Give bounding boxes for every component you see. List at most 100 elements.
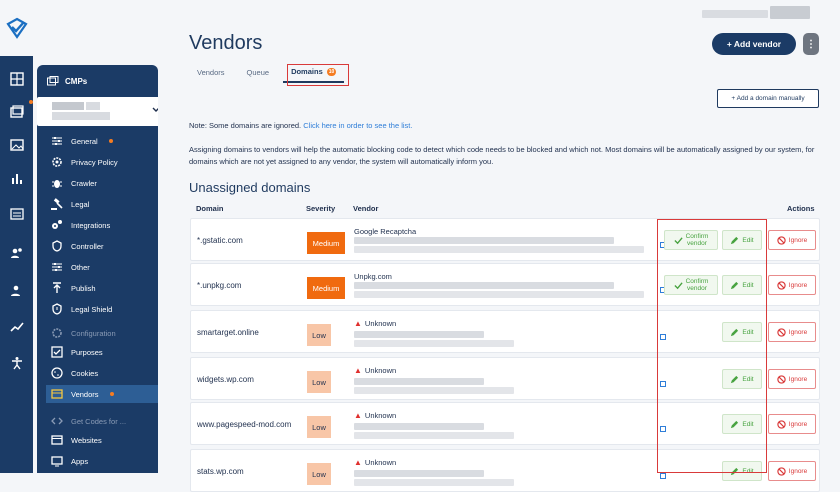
ignored-list-link[interactable]: Click here in order to see the list. — [303, 121, 412, 130]
ignore-button[interactable]: Ignore — [768, 461, 816, 481]
publish-icon — [53, 282, 61, 293]
tab-queue[interactable]: Queue — [239, 63, 278, 82]
apps-icon — [51, 456, 63, 467]
sidebar-item-purposes[interactable]: Purposes — [51, 343, 103, 361]
ignored-note: Note: Some domains are ignored. Click he… — [189, 121, 413, 130]
ignore-button[interactable]: Ignore — [768, 322, 816, 342]
sidebar-item-legal-shield[interactable]: Legal Shield — [51, 300, 112, 318]
blurred-text — [354, 237, 614, 244]
blurred-text — [354, 432, 514, 439]
warning-icon: ▲ — [354, 458, 362, 467]
sidebar-item-privacy-policy[interactable]: Privacy Policy — [51, 153, 118, 171]
blurred-avatar[interactable] — [770, 6, 810, 19]
severity-badge: Low — [307, 371, 331, 393]
warning-icon: ▲ — [354, 319, 362, 328]
ban-icon — [777, 374, 786, 384]
external-link-icon[interactable] — [660, 473, 666, 479]
sidebar-item-other[interactable]: Other — [51, 258, 90, 276]
image-icon[interactable] — [8, 136, 25, 153]
sidebar-item-controller[interactable]: Controller — [51, 237, 104, 255]
more-options-button[interactable]: ⋮ — [803, 33, 819, 55]
ignore-button[interactable]: Ignore — [768, 414, 816, 434]
domain-name: *.unpkg.com — [197, 281, 242, 290]
website-select[interactable] — [37, 97, 158, 126]
blurred-text — [52, 102, 84, 110]
bug-icon — [52, 180, 62, 188]
vendor-name: ▲ Unknown — [354, 458, 397, 467]
highlight-box — [657, 219, 767, 473]
sidebar-item-cookies[interactable]: Cookies — [51, 364, 98, 382]
blurred-text — [354, 246, 644, 253]
chart-icon[interactable] — [8, 169, 25, 186]
user-settings-icon[interactable] — [8, 282, 25, 299]
vendor-name: Google Recaptcha — [354, 227, 417, 236]
chevron-down-icon — [152, 107, 158, 112]
sidebar-item-legal[interactable]: Legal — [51, 195, 89, 213]
gears-icon — [52, 220, 62, 229]
notification-dot — [108, 139, 113, 143]
severity-badge: Low — [307, 463, 331, 485]
cmp-icon[interactable] — [8, 103, 25, 120]
column-header-actions: Actions — [787, 204, 815, 213]
icon-rail — [0, 0, 33, 473]
blurred-text — [354, 387, 514, 394]
warning-icon: ▲ — [354, 411, 362, 420]
column-header-severity: Severity — [306, 204, 336, 213]
gavel-icon — [51, 198, 63, 210]
cmp-icon — [47, 76, 59, 86]
blurred-user-name — [702, 10, 768, 18]
blurred-text — [354, 378, 484, 385]
tab-vendors[interactable]: Vendors — [189, 63, 233, 82]
ban-icon — [777, 466, 786, 476]
sidebar-item-vendors[interactable]: Vendors — [46, 385, 158, 403]
ban-icon — [777, 235, 786, 245]
add-vendor-button[interactable]: + Add vendor — [712, 33, 796, 55]
sidebar-item-general[interactable]: General — [51, 132, 113, 150]
blurred-text — [52, 112, 110, 120]
page-title: Vendors — [189, 32, 263, 54]
severity-badge: Low — [307, 324, 331, 346]
users-icon[interactable] — [8, 244, 25, 261]
sliders-icon — [52, 137, 62, 145]
ignore-button[interactable]: Ignore — [768, 369, 816, 389]
severity-badge: Low — [307, 416, 331, 438]
blurred-text — [354, 479, 514, 486]
domain-name: stats.wp.com — [197, 467, 244, 476]
vendor-name: ▲ Unknown — [354, 319, 397, 328]
notification-dot — [29, 100, 33, 104]
dashboard-icon[interactable] — [8, 70, 25, 87]
blurred-text — [354, 423, 484, 430]
settings-icon — [52, 157, 62, 167]
logo-icon — [5, 17, 28, 39]
sliders-icon — [52, 263, 62, 271]
ban-icon — [777, 327, 786, 337]
blurred-text — [86, 102, 100, 110]
sidebar-section-get-codes: Get Codes for ... — [51, 412, 126, 430]
sidebar-item-crawler[interactable]: Crawler — [51, 174, 97, 192]
vendor-name: ▲ Unknown — [354, 411, 397, 420]
settings-panel-icon[interactable] — [8, 205, 25, 222]
sidebar-item-publish[interactable]: Publish — [51, 279, 96, 297]
blurred-text — [354, 282, 614, 289]
ignore-button[interactable]: Ignore — [768, 230, 816, 250]
sidebar-item-apps[interactable]: Apps — [51, 452, 88, 470]
cmp-sidebar: CMPs General Privacy Policy Crawler Lega… — [37, 65, 158, 473]
add-domain-button[interactable]: + Add a domain manually — [717, 89, 819, 108]
accessibility-icon[interactable] — [8, 354, 25, 371]
sidebar-item-websites[interactable]: Websites — [51, 431, 102, 449]
ignore-button[interactable]: Ignore — [768, 275, 816, 295]
description-text: Assigning domains to vendors will help t… — [189, 145, 815, 166]
section-title: Unassigned domains — [189, 180, 311, 195]
vendor-name: ▲ Unknown — [354, 366, 397, 375]
ban-icon — [777, 280, 786, 290]
blurred-text — [354, 340, 514, 347]
shield-icon — [52, 303, 62, 315]
vendor-name: Unpkg.com — [354, 272, 392, 281]
blurred-text — [354, 470, 484, 477]
logo[interactable] — [0, 0, 33, 56]
cookie-icon — [51, 367, 63, 379]
settings-icon — [52, 328, 62, 338]
trend-icon[interactable] — [8, 318, 25, 335]
sidebar-item-integrations[interactable]: Integrations — [51, 216, 110, 234]
domain-name: www.pagespeed-mod.com — [197, 420, 292, 429]
